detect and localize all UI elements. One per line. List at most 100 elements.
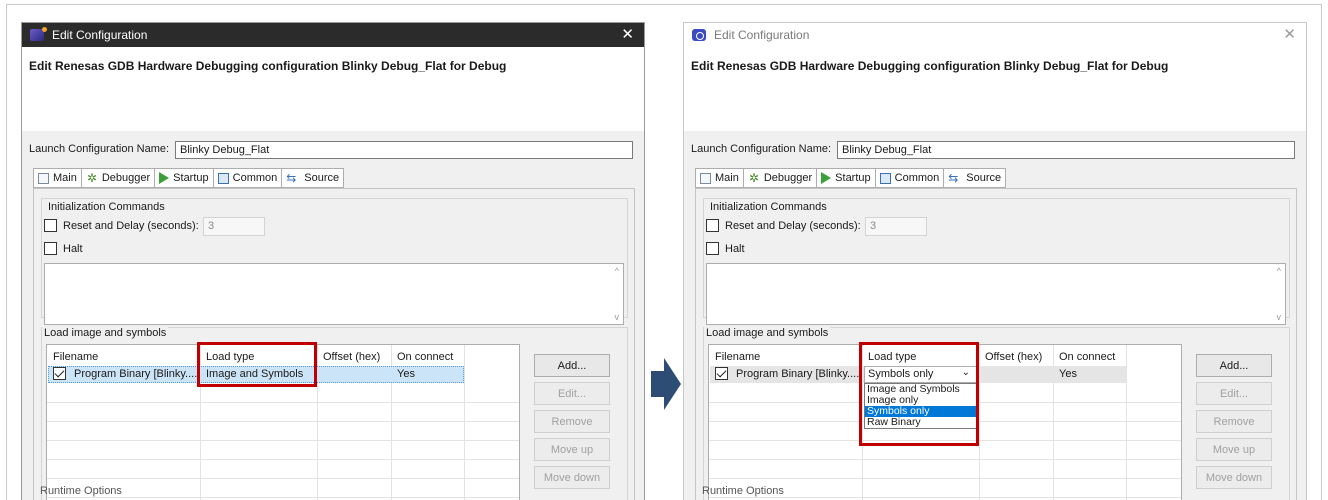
halt-label: Halt [725, 242, 745, 255]
startup-panel: Initialization Commands Reset and Delay … [33, 188, 635, 500]
row-divider [709, 497, 1181, 498]
scroll-up-icon[interactable]: ^ [1277, 266, 1281, 276]
tab-label: Startup [173, 172, 209, 184]
load-image-symbols-group: Load image and symbols Filename Load typ… [703, 327, 1290, 500]
dialog-header: Edit Renesas GDB Hardware Debugging conf… [22, 47, 644, 131]
group-title: Load image and symbols [704, 327, 831, 339]
row-divider [47, 440, 519, 441]
group-title: Load image and symbols [42, 327, 169, 339]
tab-main[interactable]: Main [34, 169, 82, 187]
column-header-offset[interactable]: Offset (hex) [323, 351, 380, 363]
tab-debugger[interactable]: ✲ Debugger [82, 169, 156, 187]
launch-config-row: Launch Configuration Name: Blinky Debug_… [22, 131, 644, 167]
tab-label: Common [894, 172, 940, 184]
load-image-symbols-group: Load image and symbols Filename Load typ… [41, 327, 628, 500]
init-commands-textarea[interactable]: ^ v [44, 263, 624, 325]
remove-button[interactable]: Remove [1196, 410, 1272, 433]
row-divider [709, 478, 1181, 479]
row-enabled-checkbox[interactable] [53, 367, 66, 380]
tab-source[interactable]: ⇆ Source [282, 169, 343, 187]
highlight-box [859, 342, 979, 446]
halt-label: Halt [63, 242, 83, 255]
add-button[interactable]: Add... [1196, 354, 1272, 377]
close-icon[interactable]: ✕ [621, 26, 634, 44]
reset-delay-input[interactable]: 3 [203, 217, 265, 236]
edit-configuration-dialog-before: Edit Configuration ✕ Edit Renesas GDB Ha… [21, 22, 645, 500]
row-divider [47, 402, 519, 403]
tab-label: Debugger [763, 172, 813, 184]
move-up-button[interactable]: Move up [1196, 438, 1272, 461]
initialization-commands-group: Initialization Commands Reset and Delay … [703, 198, 1290, 325]
launch-config-name-input[interactable]: Blinky Debug_Flat [837, 141, 1295, 159]
tab-main[interactable]: Main [696, 169, 744, 187]
reset-delay-input[interactable]: 3 [865, 217, 927, 236]
scroll-up-icon[interactable]: ^ [615, 266, 619, 276]
tab-debugger[interactable]: ✲ Debugger [744, 169, 818, 187]
load-buttons: Add... Edit... Remove Move up Move down [1196, 354, 1276, 494]
close-icon[interactable]: ✕ [1283, 26, 1296, 44]
debugger-bug-icon: ✲ [748, 170, 759, 185]
move-down-button[interactable]: Move down [1196, 466, 1272, 489]
halt-row: Halt [44, 242, 83, 255]
row-divider [47, 497, 519, 498]
edit-button[interactable]: Edit... [534, 382, 610, 405]
load-table: Filename Load type Offset (hex) On conne… [708, 342, 1182, 500]
highlight-box [197, 342, 317, 387]
source-lookup-icon: ⇆ [286, 170, 297, 185]
runtime-options-label: Runtime Options [40, 485, 122, 497]
edit-configuration-dialog-after: Edit Configuration ✕ Edit Renesas GDB Ha… [683, 22, 1307, 500]
dialog-heading: Edit Renesas GDB Hardware Debugging conf… [691, 59, 1169, 73]
move-up-button[interactable]: Move up [534, 438, 610, 461]
column-header-offset[interactable]: Offset (hex) [985, 351, 1042, 363]
row-enabled-checkbox-cell[interactable] [53, 367, 72, 380]
tab-startup[interactable]: Startup [817, 169, 876, 187]
tab-label: Source [304, 172, 340, 184]
tab-common[interactable]: Common [876, 169, 945, 187]
on-connect-cell[interactable]: Yes [397, 368, 415, 380]
init-commands-textarea[interactable]: ^ v [706, 263, 1286, 325]
initialization-commands-group: Initialization Commands Reset and Delay … [41, 198, 628, 325]
tab-label: Startup [835, 172, 871, 184]
column-header-filename[interactable]: Filename [715, 351, 760, 363]
row-enabled-checkbox[interactable] [715, 367, 728, 380]
reset-delay-checkbox[interactable] [706, 219, 719, 232]
eclipse-app-icon [692, 29, 706, 41]
tab-source[interactable]: ⇆ Source [944, 169, 1005, 187]
title-bar: Edit Configuration ✕ [22, 23, 644, 47]
tab-common[interactable]: Common [214, 169, 283, 187]
tab-label: Source [966, 172, 1002, 184]
on-connect-cell[interactable]: Yes [1059, 368, 1077, 380]
window-title: Edit Configuration [52, 28, 148, 42]
launch-config-label: Launch Configuration Name: [691, 143, 832, 155]
column-header-on-connect[interactable]: On connect [1059, 351, 1115, 363]
halt-row: Halt [706, 242, 745, 255]
remove-button[interactable]: Remove [534, 410, 610, 433]
config-tabs: Main ✲ Debugger Startup Common ⇆ Source [695, 168, 1007, 188]
dialog-heading: Edit Renesas GDB Hardware Debugging conf… [29, 59, 507, 73]
arrow-stem [651, 371, 665, 397]
edit-button[interactable]: Edit... [1196, 382, 1272, 405]
window-title: Edit Configuration [714, 28, 810, 42]
scroll-down-icon[interactable]: v [615, 312, 620, 322]
launch-config-row: Launch Configuration Name: Blinky Debug_… [684, 131, 1306, 167]
halt-checkbox[interactable] [706, 242, 719, 255]
tab-label: Main [715, 172, 739, 184]
launch-config-label: Launch Configuration Name: [29, 143, 170, 155]
halt-checkbox[interactable] [44, 242, 57, 255]
common-tab-icon [217, 172, 229, 184]
column-header-filename[interactable]: Filename [53, 351, 98, 363]
column-header-on-connect[interactable]: On connect [397, 351, 453, 363]
arrow-head [664, 358, 681, 410]
filename-cell: Program Binary [Blinky.... [736, 368, 860, 380]
debugger-bug-icon: ✲ [86, 170, 97, 185]
reset-delay-checkbox[interactable] [44, 219, 57, 232]
tab-label: Debugger [101, 172, 151, 184]
add-button[interactable]: Add... [534, 354, 610, 377]
tab-startup[interactable]: Startup [155, 169, 214, 187]
move-down-button[interactable]: Move down [534, 466, 610, 489]
right-arrow-icon [651, 358, 681, 410]
launch-config-name-input[interactable]: Blinky Debug_Flat [175, 141, 633, 159]
row-enabled-checkbox-cell[interactable] [715, 367, 734, 380]
reset-delay-row: Reset and Delay (seconds): [44, 219, 199, 232]
scroll-down-icon[interactable]: v [1277, 312, 1282, 322]
